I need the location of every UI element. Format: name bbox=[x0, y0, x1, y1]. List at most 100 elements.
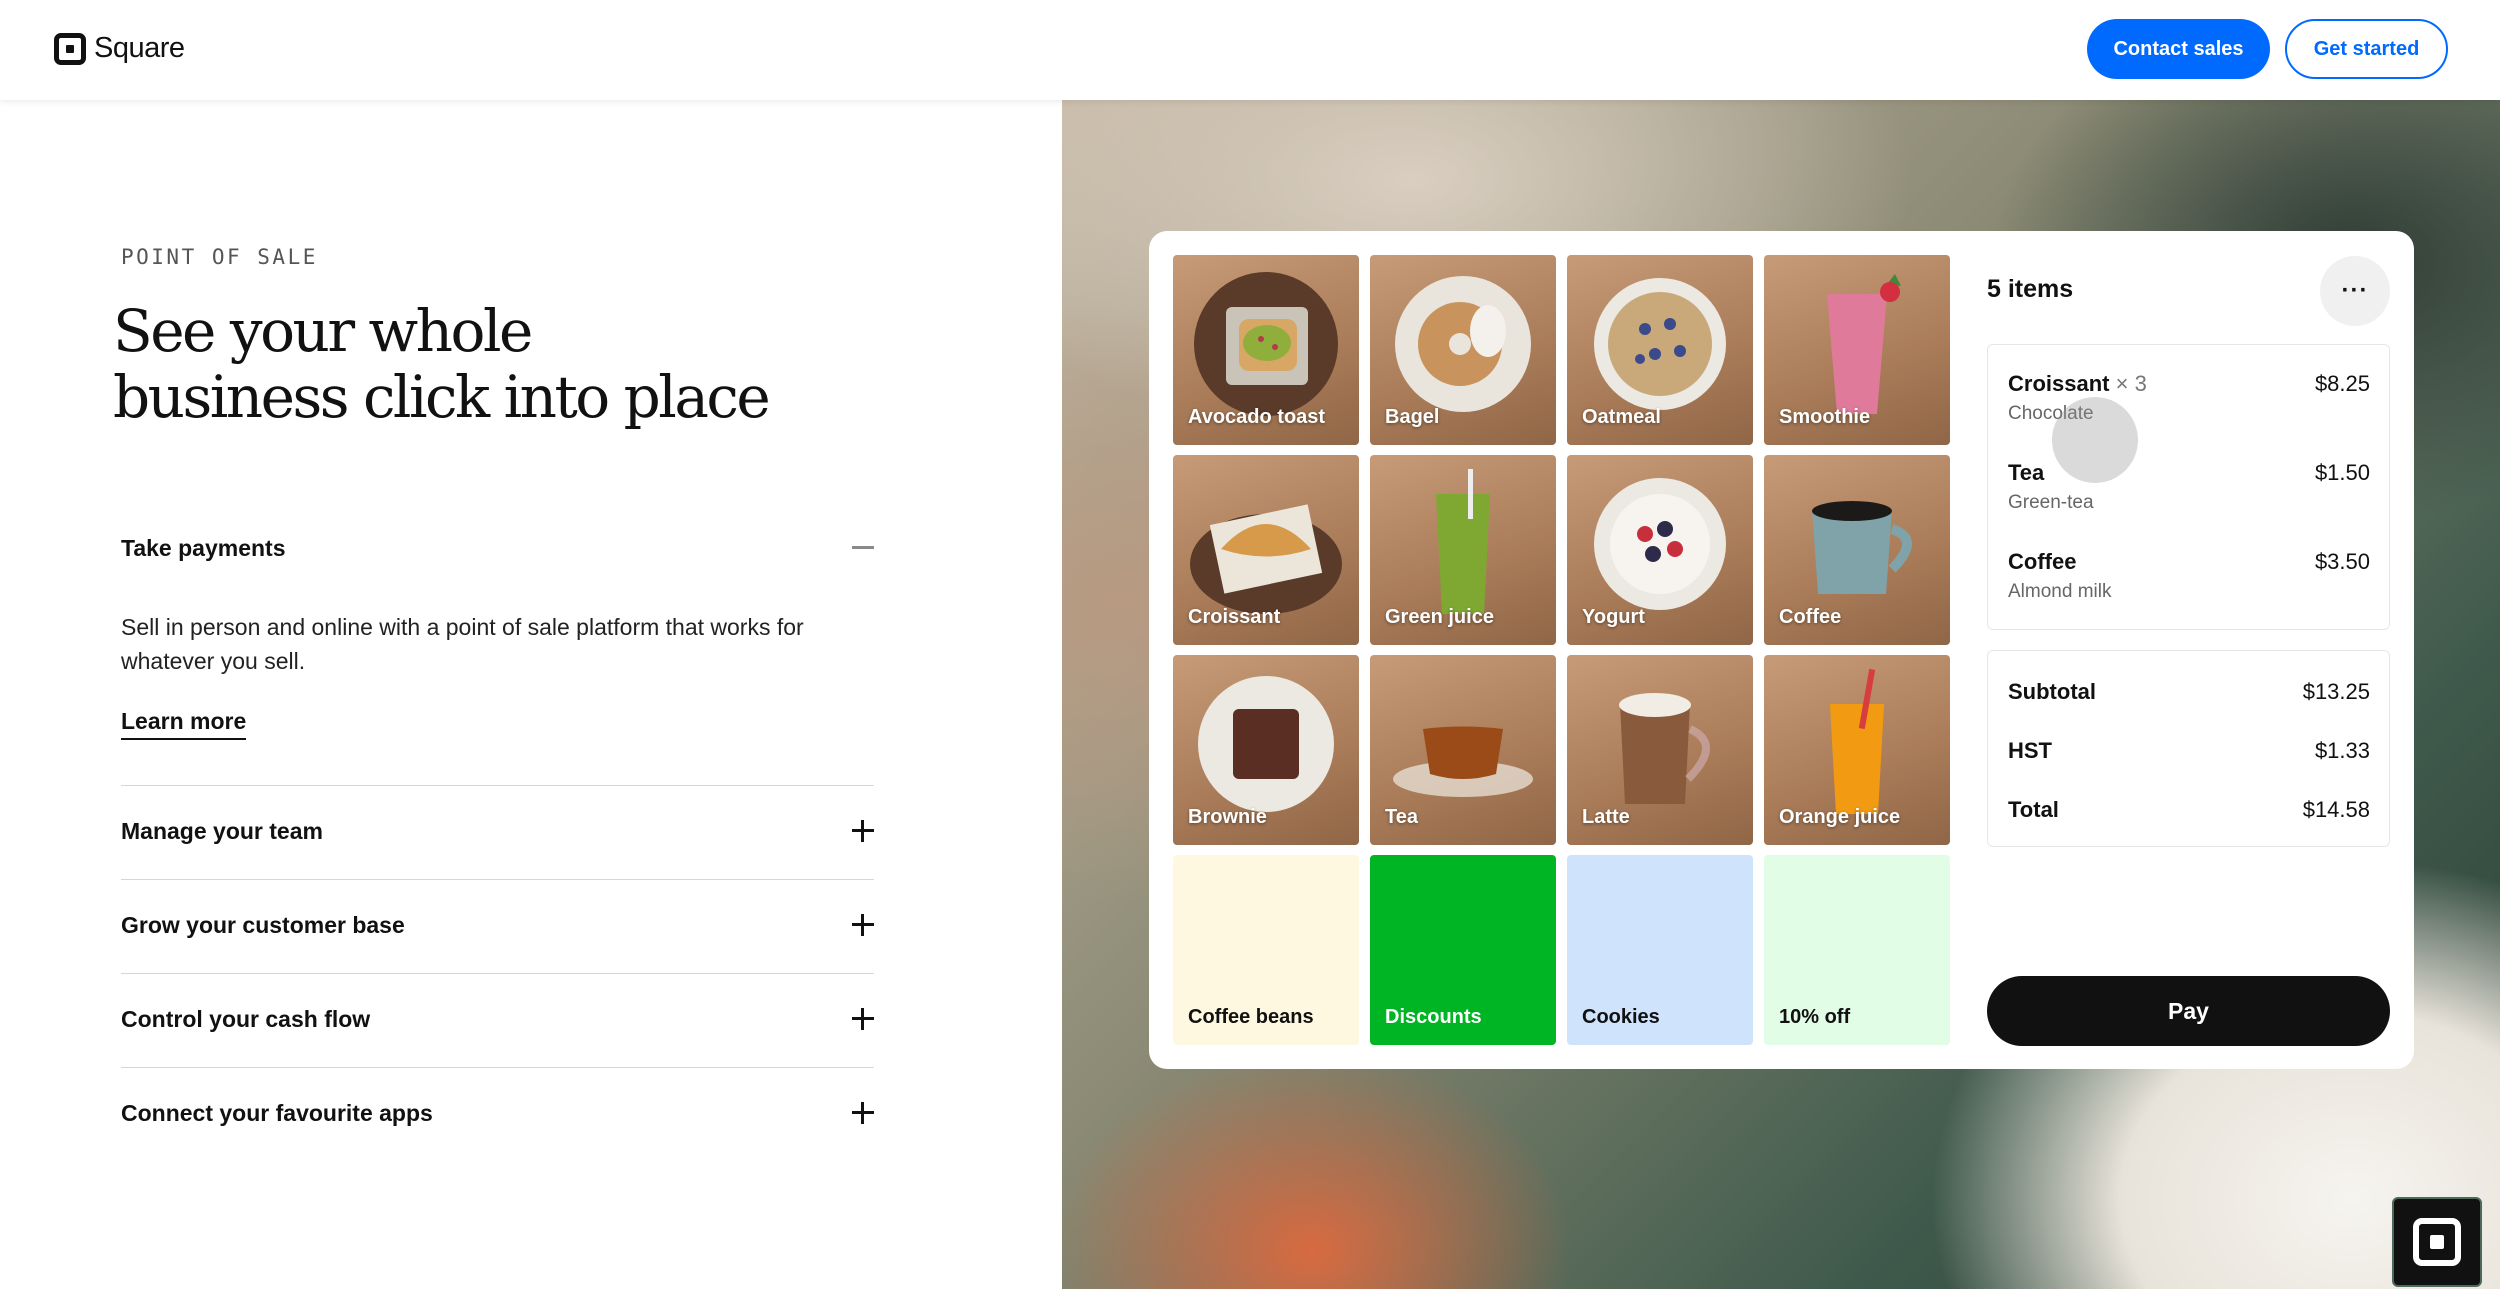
tile-label: Avocado toast bbox=[1188, 406, 1326, 428]
accordion-item-label: Manage your team bbox=[121, 818, 323, 844]
eyebrow-label: POINT OF SALE bbox=[121, 245, 318, 269]
tile-label: Green juice bbox=[1385, 606, 1494, 628]
order-item-name: Tea bbox=[2008, 460, 2045, 485]
order-item-qty: × 3 bbox=[2115, 371, 2147, 396]
tax-value: $1.33 bbox=[2314, 738, 2370, 763]
tile-label: Smoothie bbox=[1779, 406, 1871, 428]
tax-row: HST $1.33 bbox=[2008, 738, 2370, 764]
yogurt-icon bbox=[1594, 478, 1726, 611]
order-list: Croissant × 3 Chocolate $8.25 Tea Green-… bbox=[1987, 344, 2390, 630]
square-logo[interactable]: Square bbox=[54, 32, 185, 65]
pos-tile-croissant[interactable]: Croissant bbox=[1173, 455, 1359, 645]
more-options-button[interactable]: ··· bbox=[2320, 256, 2390, 326]
tile-label: 10% off bbox=[1779, 1006, 1851, 1028]
more-dots-icon: ··· bbox=[2341, 277, 2369, 304]
pos-tile-tea[interactable]: Tea bbox=[1370, 655, 1556, 845]
learn-more-link[interactable]: Learn more bbox=[121, 708, 247, 740]
collapse-minus-icon[interactable] bbox=[852, 546, 874, 549]
pos-tile-coffee-beans[interactable]: Coffee beans bbox=[1173, 855, 1359, 1045]
coffee-icon bbox=[1812, 501, 1912, 595]
order-item-modifier: Almond milk bbox=[2008, 581, 2112, 602]
tile-label: Coffee beans bbox=[1188, 1006, 1314, 1028]
tile-label: Orange juice bbox=[1779, 806, 1901, 828]
brownie-icon bbox=[1198, 676, 1334, 813]
tile-label: Croissant bbox=[1188, 606, 1281, 628]
subtotal-row: Subtotal $13.25 bbox=[2008, 679, 2370, 705]
accordion-item-connect-apps[interactable]: Connect your favourite apps bbox=[121, 1067, 874, 1161]
subtotal-value: $13.25 bbox=[2302, 679, 2370, 704]
pos-tile-10-off[interactable]: 10% off bbox=[1764, 855, 1950, 1045]
order-item-price: $1.50 bbox=[2314, 460, 2370, 485]
tile-label: Tea bbox=[1385, 806, 1418, 828]
page-title: See your whole business click into place bbox=[113, 298, 813, 430]
accordion-item-grow-customer-base[interactable]: Grow your customer base bbox=[121, 879, 874, 973]
avocado-toast-icon bbox=[1194, 272, 1338, 417]
croissant-icon bbox=[1190, 504, 1342, 615]
tile-label: Coffee bbox=[1779, 606, 1842, 628]
site-header: Square Contact sales Get started bbox=[0, 0, 2500, 100]
pay-button[interactable]: Pay bbox=[1987, 976, 2390, 1046]
accordion-item-label: Connect your favourite apps bbox=[121, 1100, 433, 1126]
brand-name: Square bbox=[94, 32, 185, 64]
accordion-item-label: Grow your customer base bbox=[121, 912, 405, 938]
orange-juice-icon bbox=[1830, 669, 1884, 815]
headline-line-1: See your whole bbox=[113, 297, 533, 365]
tea-icon bbox=[1393, 726, 1533, 798]
square-corner-badge[interactable] bbox=[2392, 1197, 2482, 1287]
total-value: $14.58 bbox=[2302, 797, 2370, 822]
tile-label: Bagel bbox=[1385, 406, 1440, 428]
expand-plus-icon[interactable] bbox=[852, 914, 874, 936]
order-item-modifier: Green-tea bbox=[2008, 492, 2094, 513]
pos-tile-green-juice[interactable]: Green juice bbox=[1370, 455, 1556, 645]
touch-indicator bbox=[2052, 397, 2138, 483]
pos-tile-discounts[interactable]: Discounts bbox=[1370, 855, 1556, 1045]
expand-plus-icon[interactable] bbox=[852, 1008, 874, 1030]
pos-tile-bagel[interactable]: Bagel bbox=[1370, 255, 1556, 445]
tile-label: Latte bbox=[1582, 806, 1630, 828]
order-items-count: 5 items bbox=[1987, 275, 2074, 303]
subtotal-label: Subtotal bbox=[2008, 679, 2096, 704]
order-item-price: $8.25 bbox=[2314, 371, 2370, 396]
order-item-name: Coffee bbox=[2008, 549, 2077, 574]
order-line-item[interactable]: Coffee Almond milk $3.50 bbox=[2008, 549, 2370, 603]
latte-icon bbox=[1619, 693, 1710, 805]
accordion-item-control-cash-flow[interactable]: Control your cash flow bbox=[121, 973, 874, 1067]
pos-tile-orange-juice[interactable]: Orange juice bbox=[1764, 655, 1950, 845]
pos-tile-brownie[interactable]: Brownie bbox=[1173, 655, 1359, 845]
accordion-take-payments-header[interactable]: Take payments bbox=[121, 535, 285, 562]
tile-label: Brownie bbox=[1188, 806, 1267, 828]
pos-tile-smoothie[interactable]: Smoothie bbox=[1764, 255, 1950, 445]
square-logo-icon bbox=[2413, 1218, 2461, 1266]
pos-tile-avocado-toast[interactable]: Avocado toast bbox=[1173, 255, 1359, 445]
tile-label: Oatmeal bbox=[1582, 406, 1661, 428]
tile-label: Discounts bbox=[1385, 1006, 1482, 1028]
tax-label: HST bbox=[2008, 738, 2052, 763]
expand-plus-icon[interactable] bbox=[852, 820, 874, 842]
expand-plus-icon[interactable] bbox=[852, 1102, 874, 1124]
smoothie-icon bbox=[1827, 274, 1901, 415]
order-item-name: Croissant bbox=[2008, 371, 2110, 396]
accordion-item-manage-team[interactable]: Manage your team bbox=[121, 785, 874, 879]
square-logo-icon bbox=[54, 32, 86, 65]
contact-sales-button[interactable]: Contact sales bbox=[2087, 19, 2270, 79]
accordion-take-payments-body: Sell in person and online with a point o… bbox=[121, 614, 804, 674]
pos-tile-coffee[interactable]: Coffee bbox=[1764, 455, 1950, 645]
hero-content: POINT OF SALE See your whole business cl… bbox=[0, 100, 1062, 1289]
pos-tile-yogurt[interactable]: Yogurt bbox=[1567, 455, 1753, 645]
headline-line-2: business click into place bbox=[113, 363, 771, 431]
order-item-price: $3.50 bbox=[2314, 549, 2370, 574]
get-started-button[interactable]: Get started bbox=[2285, 19, 2448, 79]
pos-tile-cookies[interactable]: Cookies bbox=[1567, 855, 1753, 1045]
pos-tile-latte[interactable]: Latte bbox=[1567, 655, 1753, 845]
order-totals: Subtotal $13.25 HST $1.33 Total $14.58 bbox=[1987, 650, 2390, 847]
pos-register-panel: Avocado toast Bagel Oatmeal Smoothie Cro… bbox=[1149, 231, 2414, 1069]
green-juice-icon bbox=[1436, 469, 1490, 615]
oatmeal-icon bbox=[1594, 278, 1726, 411]
total-label: Total bbox=[2008, 797, 2059, 822]
bagel-icon bbox=[1395, 276, 1531, 413]
pos-tile-oatmeal[interactable]: Oatmeal bbox=[1567, 255, 1753, 445]
total-row: Total $14.58 bbox=[2008, 797, 2370, 823]
accordion-item-label: Control your cash flow bbox=[121, 1006, 371, 1032]
tile-label: Yogurt bbox=[1582, 606, 1645, 628]
tile-label: Cookies bbox=[1582, 1006, 1660, 1028]
